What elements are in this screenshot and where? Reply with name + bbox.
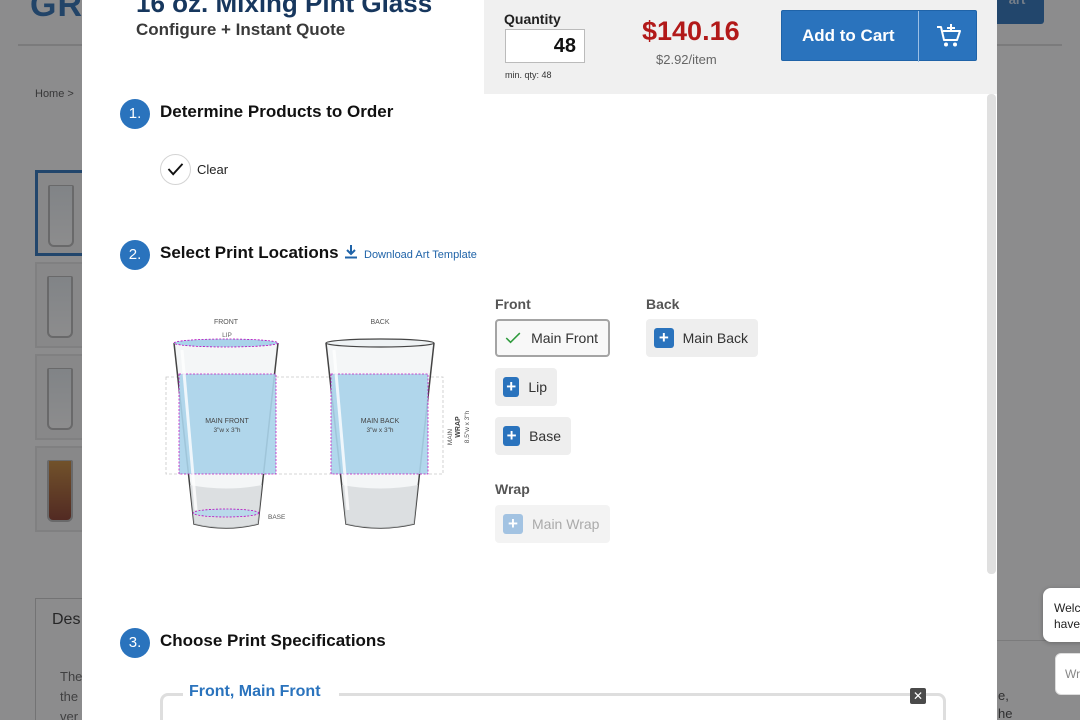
lip-location-label: Lip (528, 379, 547, 395)
wrap-size-label: 8.5"w x 3"h (464, 410, 471, 443)
diagram-label-base: BASE (268, 514, 286, 521)
lip-location-button[interactable]: + Lip (495, 368, 557, 406)
min-qty-note: min. qty: 48 (505, 70, 552, 80)
quantity-input[interactable] (505, 29, 585, 63)
main-front-size: 3"w x 3"h (213, 427, 240, 434)
print-location-diagram: FRONT BACK LIP MAIN FRONT 3"w x 3"h BASE… (165, 319, 471, 529)
wrap-label: WRAP (455, 416, 462, 438)
plus-icon: + (503, 377, 520, 397)
download-icon[interactable] (344, 244, 358, 259)
step-number: 3. (120, 628, 150, 658)
plus-icon: + (503, 514, 523, 534)
wrap-main-label: MAIN (447, 429, 454, 446)
quantity-label: Quantity (504, 11, 561, 27)
chat-input[interactable]: Wr (1055, 653, 1080, 695)
total-price: $140.16 (642, 16, 740, 46)
checkmark-icon (167, 163, 184, 176)
unit-price: $2.92/item (656, 52, 717, 67)
clear-option-label: Clear (197, 162, 229, 177)
main-wrap-location-button[interactable]: + Main Wrap (495, 505, 610, 543)
diagram-label-back: BACK (370, 319, 389, 326)
quote-bar: Quantity min. qty: 48 $140.16 $2.92/item… (484, 0, 997, 94)
plus-icon: + (503, 426, 521, 446)
modal-scrollbar[interactable] (987, 94, 996, 574)
diagram-label-lip: LIP (222, 332, 232, 339)
plus-icon: + (654, 328, 674, 348)
main-front-label: MAIN FRONT (205, 418, 249, 425)
main-back-label: MAIN BACK (361, 418, 400, 425)
check-icon (505, 332, 521, 344)
diagram-label-front: FRONT (214, 319, 239, 326)
step-number: 1. (120, 99, 150, 129)
cart-add-icon (937, 24, 961, 47)
main-back-location-label: Main Back (682, 330, 748, 346)
clear-option-checkbox[interactable] (160, 154, 191, 185)
main-back-size: 3"w x 3"h (366, 427, 393, 434)
modal-title: 16 oz. Mixing Pint Glass (136, 0, 433, 18)
step-number: 2. (120, 240, 150, 270)
step-title: Select Print Locations (160, 243, 339, 262)
chat-greeting[interactable]: Welc have (1043, 588, 1080, 642)
add-to-cart-label: Add to Cart (802, 26, 895, 45)
main-wrap-location-label: Main Wrap (532, 516, 600, 532)
step-title: Determine Products to Order (160, 102, 394, 121)
main-back-location-button[interactable]: + Main Back (646, 319, 758, 357)
base-location-button[interactable]: + Base (495, 417, 571, 455)
back-heading: Back (646, 296, 680, 312)
chat-greeting-line: have (1054, 617, 1080, 631)
step-title: Choose Print Specifications (160, 631, 386, 650)
button-divider (918, 11, 919, 62)
print-spec-panel-title: Front, Main Front (183, 683, 339, 701)
chat-greeting-line: Welc (1054, 601, 1080, 615)
print-spec-panel: Front, Main Front (160, 683, 946, 720)
modal-subtitle: Configure + Instant Quote (136, 20, 346, 39)
wrap-heading: Wrap (495, 481, 530, 497)
configure-modal: 16 oz. Mixing Pint Glass Configure + Ins… (82, 0, 997, 720)
close-icon[interactable]: ✕ (910, 688, 926, 704)
base-location-label: Base (529, 428, 561, 444)
download-art-template-link[interactable]: Download Art Template (364, 249, 477, 261)
main-front-location-button[interactable]: Main Front (495, 319, 610, 357)
front-heading: Front (495, 296, 531, 312)
main-front-location-label: Main Front (531, 330, 598, 346)
add-to-cart-button[interactable]: Add to Cart (781, 10, 977, 62)
